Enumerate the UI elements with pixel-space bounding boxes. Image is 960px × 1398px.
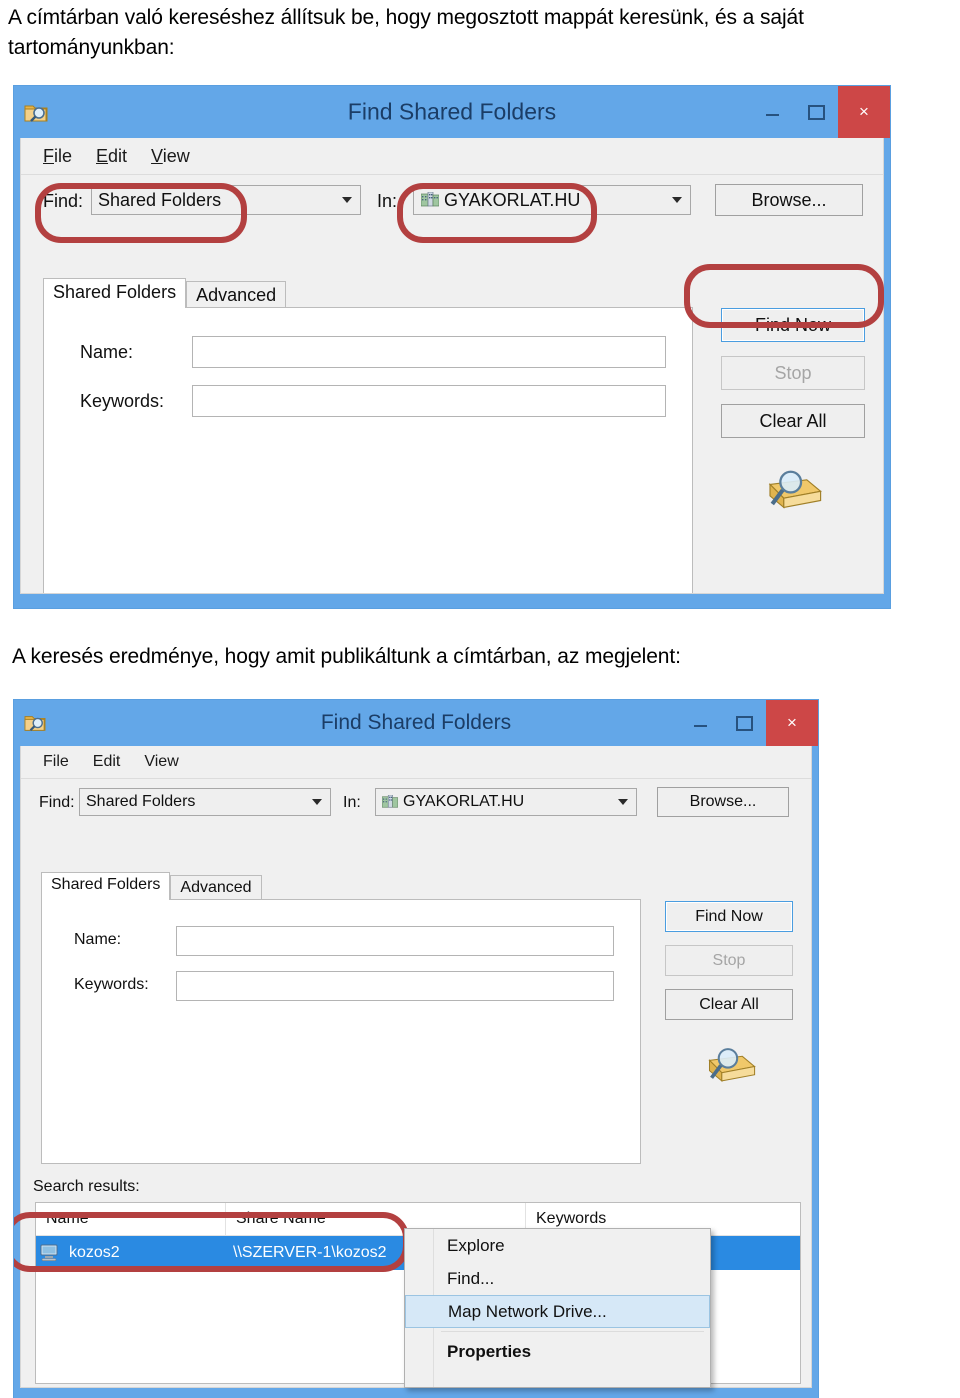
stop-button: Stop (721, 356, 865, 390)
title-bar: Find Shared Folders × (14, 86, 890, 138)
find-shared-folders-window-1: Find Shared Folders × FFileile Edit View… (14, 86, 890, 608)
in-combobox-value: GYAKORLAT.HU (403, 793, 525, 810)
maximize-button[interactable] (794, 86, 838, 138)
find-now-button[interactable]: Find Now (721, 308, 865, 342)
shared-folder-server-icon (40, 1244, 62, 1262)
minimize-button[interactable] (750, 86, 794, 138)
intro-paragraph: A címtárban való kereséshez állítsuk be,… (8, 6, 804, 59)
menu-item-view[interactable]: View (132, 751, 190, 773)
tab-advanced[interactable]: Advanced (186, 281, 287, 308)
magnifier-folder-icon (703, 1044, 757, 1090)
find-combobox-value: Shared Folders (86, 793, 196, 810)
context-menu-item-map-network-drive[interactable]: Map Network Drive... (405, 1295, 710, 1328)
name-input[interactable] (192, 336, 666, 368)
close-button[interactable]: × (766, 700, 818, 746)
search-results-label: Search results: (33, 1178, 140, 1195)
name-input[interactable] (176, 926, 614, 956)
column-header-name[interactable]: Name (36, 1203, 226, 1235)
tab-shared-folders[interactable]: Shared Folders (41, 872, 171, 900)
context-menu-item-label: Explore (447, 1235, 505, 1255)
context-menu: Explore Find... Map Network Drive... Pro… (404, 1228, 711, 1388)
chevron-down-icon (618, 799, 628, 805)
cell-name: kozos2 (69, 1244, 120, 1261)
chevron-down-icon (342, 197, 352, 203)
tab-advanced[interactable]: Advanced (170, 875, 262, 900)
domain-icon (382, 795, 398, 809)
title-bar: Find Shared Folders × (14, 700, 818, 746)
stop-button: Stop (665, 945, 793, 976)
find-combobox[interactable]: Shared Folders (79, 788, 331, 816)
context-menu-item-label: Properties (447, 1341, 532, 1361)
menu-item-file[interactable]: File (31, 751, 81, 773)
clear-all-button[interactable]: Clear All (721, 404, 865, 438)
close-button[interactable]: × (838, 86, 890, 138)
context-menu-item-label: Map Network Drive... (448, 1301, 607, 1321)
minimize-button[interactable] (678, 700, 722, 746)
in-combobox[interactable]: GYAKORLAT.HU (413, 185, 691, 215)
find-label: Find: (39, 794, 75, 811)
find-label: Find: (43, 191, 84, 211)
find-combobox-value: Shared Folders (98, 189, 222, 210)
clear-all-button[interactable]: Clear All (665, 989, 793, 1020)
tab-panel: Name: Keywords: (43, 307, 693, 593)
maximize-button[interactable] (722, 700, 766, 746)
chevron-down-icon (672, 197, 682, 203)
context-menu-item-find[interactable]: Find... (405, 1262, 710, 1295)
context-menu-separator (441, 1331, 704, 1332)
magnifier-folder-icon (763, 466, 823, 517)
menu-item-file[interactable]: FFileile (31, 144, 84, 169)
browse-button[interactable]: Browse... (657, 787, 789, 817)
keywords-label: Keywords: (74, 976, 149, 993)
name-label: Name: (74, 931, 122, 948)
window-controls: × (750, 86, 890, 138)
window-body: FFileile Edit View Find: Shared Folders … (20, 138, 884, 594)
menu-item-edit[interactable]: Edit (84, 144, 139, 169)
keywords-label: Keywords: (80, 391, 165, 411)
in-combobox-value: GYAKORLAT.HU (444, 189, 581, 210)
find-combobox[interactable]: Shared Folders (91, 185, 361, 215)
in-label: In: (343, 794, 361, 811)
in-label: In: (377, 191, 398, 211)
tab-shared-folders[interactable]: Shared Folders (43, 278, 187, 308)
window-controls: × (678, 700, 818, 746)
keywords-input[interactable] (192, 385, 666, 417)
domain-icon (421, 192, 439, 208)
menu-bar: File Edit View (21, 746, 811, 779)
context-menu-item-label: Find... (447, 1268, 495, 1288)
tab-strip: Shared Folders Advanced (43, 278, 287, 308)
tab-panel: Name: Keywords: (41, 899, 641, 1164)
in-combobox[interactable]: GYAKORLAT.HU (375, 788, 637, 816)
keywords-input[interactable] (176, 971, 614, 1001)
menu-item-view[interactable]: View (139, 144, 202, 169)
chevron-down-icon (312, 799, 322, 805)
menu-item-edit[interactable]: Edit (81, 751, 133, 773)
context-menu-item-explore[interactable]: Explore (405, 1229, 710, 1262)
result-paragraph: A keresés eredménye, hogy amit publikált… (12, 645, 681, 668)
name-label: Name: (80, 342, 134, 362)
context-menu-item-properties[interactable]: Properties (405, 1335, 710, 1368)
menu-bar: FFileile Edit View (21, 138, 883, 175)
find-now-button[interactable]: Find Now (665, 901, 793, 932)
tab-strip: Shared Folders Advanced (41, 872, 262, 900)
browse-button[interactable]: Browse... (715, 184, 863, 216)
